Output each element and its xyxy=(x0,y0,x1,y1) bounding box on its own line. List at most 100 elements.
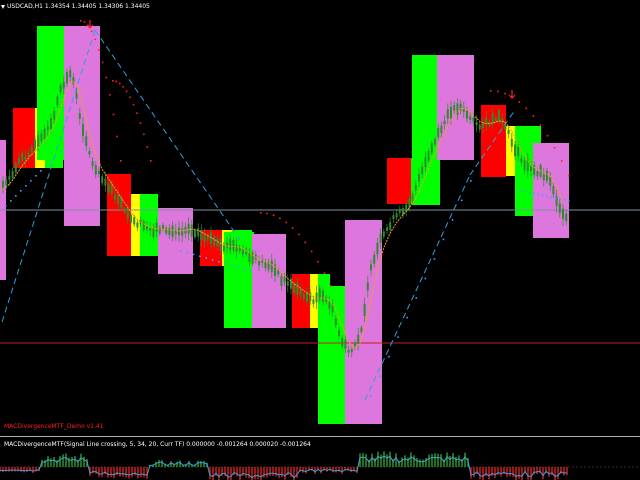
sar-dot-red xyxy=(112,113,115,116)
candle-body xyxy=(66,71,68,84)
candle-body xyxy=(18,158,20,164)
candle-body xyxy=(344,339,347,349)
sar-dot-blue xyxy=(186,251,188,254)
candle-body xyxy=(37,135,40,148)
sar-dot-red xyxy=(560,160,563,162)
sar-dot-red xyxy=(504,92,506,95)
mtf-box xyxy=(387,158,411,204)
sar-dot-blue xyxy=(10,200,12,202)
sar-dot-blue xyxy=(192,253,195,256)
sar-dot-red xyxy=(323,272,326,274)
candle-body xyxy=(181,228,184,236)
candle-body xyxy=(472,117,475,122)
candle-body xyxy=(120,197,123,209)
candle-body xyxy=(136,222,139,228)
sar-dot-blue xyxy=(451,219,454,221)
candle-body xyxy=(338,330,340,337)
candle-body xyxy=(30,147,33,152)
candle-body xyxy=(280,276,283,286)
mtf-box xyxy=(158,208,193,274)
candle-body xyxy=(517,146,520,156)
candle-body xyxy=(533,164,536,176)
candle-body xyxy=(450,106,452,119)
candle-body xyxy=(520,158,523,163)
candle-body xyxy=(558,203,561,213)
candle-body xyxy=(104,178,107,186)
sar-dot-blue xyxy=(537,193,540,196)
candle-body xyxy=(85,136,88,146)
candle-body xyxy=(498,109,500,122)
chart-menu-triangle-icon[interactable] xyxy=(1,5,5,9)
sar-dot-red xyxy=(266,212,268,215)
candle-body xyxy=(562,208,564,219)
sar-dot-blue xyxy=(60,150,62,152)
candle-body xyxy=(114,194,116,200)
candle-body xyxy=(258,261,260,266)
candle-body xyxy=(414,184,417,191)
candle-body xyxy=(328,302,331,309)
sar-dot-blue xyxy=(533,192,535,195)
sar-dot-blue xyxy=(546,195,548,198)
candle-body xyxy=(542,174,545,181)
candle-body xyxy=(187,223,190,234)
candle-body xyxy=(421,166,424,175)
sar-dot-blue xyxy=(424,277,427,280)
candle-body xyxy=(133,217,136,225)
candle-body xyxy=(299,289,302,296)
candle-body xyxy=(565,213,568,222)
candle-body xyxy=(264,262,267,269)
candle-body xyxy=(507,129,510,134)
sar-dot-red xyxy=(98,48,100,51)
candle-body xyxy=(53,111,56,120)
candle-body xyxy=(40,133,43,142)
candle-body xyxy=(398,208,401,213)
candle-body xyxy=(482,122,484,128)
candle-body xyxy=(248,252,251,262)
candle-body xyxy=(434,138,436,145)
candle-body xyxy=(370,264,372,271)
sar-dot-blue xyxy=(55,155,57,157)
sar-dot-blue xyxy=(199,255,201,258)
candle-body xyxy=(322,290,324,302)
candle-body xyxy=(286,281,289,286)
candle-body xyxy=(504,125,507,130)
candle-body xyxy=(142,221,145,231)
candle-body xyxy=(46,126,49,131)
mtf-color-boxes xyxy=(0,26,569,424)
candle-body xyxy=(366,282,369,291)
sar-dot-red xyxy=(105,76,108,79)
sar-dot-blue xyxy=(370,395,372,397)
candle-body xyxy=(437,128,440,138)
sar-dot-red xyxy=(298,233,300,236)
sar-dot-red xyxy=(115,80,118,83)
sar-dot-blue xyxy=(40,170,42,172)
sar-dot-red xyxy=(518,101,520,103)
candle-body xyxy=(296,282,299,295)
candle-body xyxy=(50,117,52,129)
candle-body xyxy=(98,170,100,175)
price-chart[interactable] xyxy=(0,0,640,437)
sar-dot-red xyxy=(83,21,86,23)
candle-body xyxy=(443,120,446,124)
sar-dot-blue xyxy=(524,190,526,193)
candle-body xyxy=(117,194,120,204)
mtf-box xyxy=(437,55,474,160)
candle-body xyxy=(360,327,363,332)
candle-body xyxy=(245,248,248,255)
candle-body xyxy=(427,150,430,161)
mtf-box xyxy=(412,55,440,205)
candle-body xyxy=(149,227,152,231)
candle-body xyxy=(347,349,350,353)
candle-body xyxy=(341,338,344,347)
candle-body xyxy=(162,225,164,229)
candle-body xyxy=(514,144,516,157)
candle-body xyxy=(382,231,385,237)
sar-dot-red xyxy=(260,212,262,214)
sar-dot-blue xyxy=(568,200,570,202)
candle-body xyxy=(510,138,513,147)
candle-body xyxy=(152,227,155,237)
sar-dot-blue xyxy=(379,375,381,378)
candle-body xyxy=(82,124,84,137)
candle-body xyxy=(478,124,481,130)
sar-dot-red xyxy=(109,94,111,96)
